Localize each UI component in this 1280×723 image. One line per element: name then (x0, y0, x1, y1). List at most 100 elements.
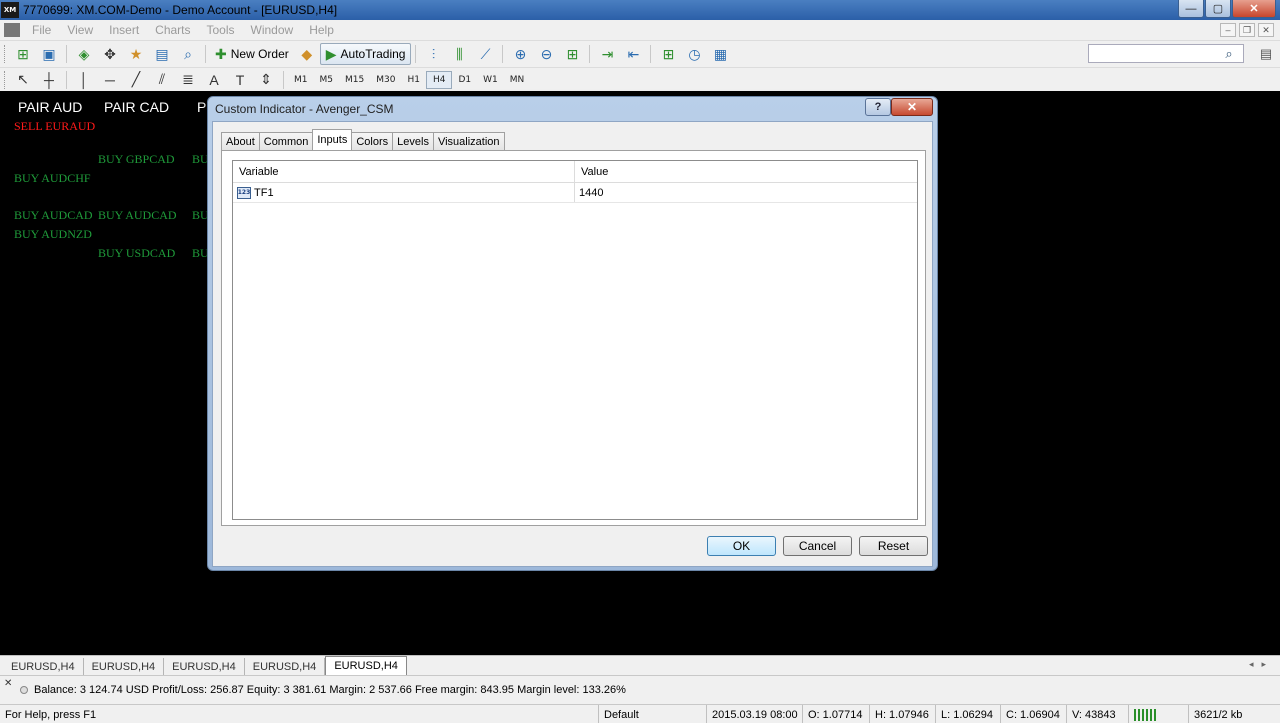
tab-inputs[interactable]: Inputs (312, 129, 353, 150)
profiles-icon[interactable]: ▣ (38, 43, 60, 65)
terminal-panel: ✕ Balance: 3 124.74 USD Profit/Loss: 256… (0, 675, 1280, 704)
fibonacci-icon[interactable]: ≣ (177, 69, 199, 91)
tab-visualization[interactable]: Visualization (432, 132, 505, 150)
strategy-tester-icon[interactable]: ⌕ (177, 43, 199, 65)
timeframe-w1-button[interactable]: W1 (477, 71, 504, 89)
cursor-icon[interactable]: ↖ (12, 69, 34, 91)
horizontal-line-icon[interactable]: ─ (99, 69, 121, 91)
dialog-body: About Common Inputs Colors Levels Visual… (212, 121, 933, 567)
mdi-restore-button[interactable]: ❐ (1239, 23, 1255, 37)
timeframe-m15-button[interactable]: M15 (339, 71, 370, 89)
status-bar: For Help, press F1 Default 2015.03.19 08… (0, 704, 1280, 723)
community-icon[interactable]: ▤ (1256, 45, 1276, 63)
bar-chart-icon[interactable]: ⫶ (422, 43, 444, 65)
menu-file[interactable]: File (32, 23, 51, 37)
menu-view[interactable]: View (67, 23, 93, 37)
signal-buy-audcad: BUY AUDCAD (14, 208, 93, 222)
toolbar-grip[interactable] (4, 70, 7, 89)
ok-button[interactable]: OK (707, 536, 776, 556)
zoom-in-icon[interactable]: ⊕ (509, 43, 531, 65)
trendline-icon[interactable]: ╱ (125, 69, 147, 91)
timeframe-h4-button[interactable]: H4 (425, 70, 453, 89)
chart-window-icon[interactable] (4, 23, 20, 37)
crosshair-icon[interactable]: ┼ (38, 69, 60, 91)
mdi-close-button[interactable]: ✕ (1258, 23, 1274, 37)
tab-colors[interactable]: Colors (351, 132, 394, 150)
autotrading-button[interactable]: ▶ AutoTrading (319, 43, 412, 65)
dialog-close-button[interactable]: ✕ (891, 98, 933, 116)
market-watch-icon[interactable]: ◈ (73, 43, 95, 65)
cancel-button[interactable]: Cancel (783, 536, 852, 556)
close-button[interactable]: ✕ (1232, 0, 1276, 18)
zoom-out-icon[interactable]: ⊖ (535, 43, 557, 65)
tile-windows-icon[interactable]: ⊞ (561, 43, 583, 65)
toolbar-grip[interactable] (4, 45, 7, 63)
line-chart-icon[interactable]: ⟋ (474, 43, 496, 65)
chart-tab[interactable]: EURUSD,H4 (3, 658, 84, 675)
indicators-icon[interactable]: ⊞ (657, 43, 679, 65)
tab-scroll-arrows[interactable]: ◂▸ (1249, 659, 1274, 670)
chart-shift-icon[interactable]: ⇤ (622, 43, 644, 65)
connection-bars-icon[interactable] (1128, 705, 1156, 723)
new-chart-icon[interactable]: ⊞ (12, 43, 34, 65)
mdi-minimize-button[interactable]: – (1220, 23, 1236, 37)
variable-cell: 123 TF1 (233, 183, 575, 202)
equidistant-channel-icon[interactable]: ⫽ (151, 69, 173, 91)
table-row[interactable]: 123 TF1 1440 (233, 183, 917, 203)
timeframe-mn-button[interactable]: MN (504, 71, 531, 89)
maximize-button[interactable]: ▢ (1205, 0, 1231, 18)
timeframe-d1-button[interactable]: D1 (452, 71, 477, 89)
menu-charts[interactable]: Charts (155, 23, 190, 37)
signal-buy-audnzd: BUY AUDNZD (14, 227, 92, 241)
chart-tab[interactable]: EURUSD,H4 (245, 658, 326, 675)
tab-levels[interactable]: Levels (392, 132, 434, 150)
chart-tabs-bar: EURUSD,H4 EURUSD,H4 EURUSD,H4 EURUSD,H4 … (0, 655, 1280, 675)
menu-window[interactable]: Window (251, 23, 294, 37)
status-volume: V: 43843 (1066, 705, 1116, 723)
column-header-value[interactable]: Value (575, 161, 917, 182)
status-traffic: 3621/2 kb (1188, 705, 1242, 723)
timeframe-m30-button[interactable]: M30 (370, 71, 401, 89)
chart-tab-active[interactable]: EURUSD,H4 (325, 656, 407, 675)
tab-common[interactable]: Common (258, 132, 314, 150)
dialog-help-button[interactable]: ? (865, 98, 891, 116)
status-high: H: 1.07946 (869, 705, 929, 723)
balance-status-icon (20, 686, 28, 694)
terminal-icon[interactable]: ▤ (151, 43, 173, 65)
column-header-variable[interactable]: Variable (233, 161, 575, 182)
new-order-button[interactable]: ✚ New Order (210, 43, 294, 65)
menu-bar: File View Insert Charts Tools Window Hel… (0, 20, 1280, 40)
arrows-icon[interactable]: ⇕ (255, 69, 277, 91)
timeframe-h1-button[interactable]: H1 (401, 71, 426, 89)
metaeditor-icon[interactable]: ◆ (296, 43, 318, 65)
candlestick-icon[interactable]: ⫼ (448, 43, 470, 65)
auto-scroll-icon[interactable]: ⇥ (596, 43, 618, 65)
pair-header-cad: PAIR CAD (104, 99, 170, 115)
signal-sell-euraud: SELL EURAUD (14, 119, 96, 133)
line-studies-toolbar: ↖ ┼ │ ─ ╱ ⫽ ≣ A T ⇕ M1 M5 M15 M30 H1 H4 … (0, 67, 1280, 91)
templates-icon[interactable]: ▦ (709, 43, 731, 65)
tab-about[interactable]: About (221, 132, 260, 150)
terminal-close-icon[interactable]: ✕ (4, 678, 12, 689)
menu-help[interactable]: Help (309, 23, 334, 37)
menu-insert[interactable]: Insert (109, 23, 139, 37)
search-icon[interactable]: ⌕ (1220, 44, 1238, 63)
text-label-icon[interactable]: T (229, 69, 251, 91)
timeframe-m1-button[interactable]: M1 (288, 71, 314, 89)
navigator-icon[interactable]: ★ (125, 43, 147, 65)
value-cell[interactable]: 1440 (575, 183, 917, 202)
status-datetime: 2015.03.19 08:00 (706, 705, 798, 723)
vertical-line-icon[interactable]: │ (73, 69, 95, 91)
timeframe-m5-button[interactable]: M5 (314, 71, 340, 89)
chart-tab[interactable]: EURUSD,H4 (84, 658, 165, 675)
status-profile[interactable]: Default (598, 705, 639, 723)
periods-icon[interactable]: ◷ (683, 43, 705, 65)
menu-tools[interactable]: Tools (207, 23, 235, 37)
chart-tab[interactable]: EURUSD,H4 (164, 658, 245, 675)
reset-button[interactable]: Reset (859, 536, 928, 556)
data-window-icon[interactable]: ✥ (99, 43, 121, 65)
custom-indicator-dialog: Custom Indicator - Avenger_CSM ? ✕ About… (207, 96, 938, 571)
grid-header: Variable Value (233, 161, 917, 183)
text-icon[interactable]: A (203, 69, 225, 91)
minimize-button[interactable]: — (1178, 0, 1204, 18)
